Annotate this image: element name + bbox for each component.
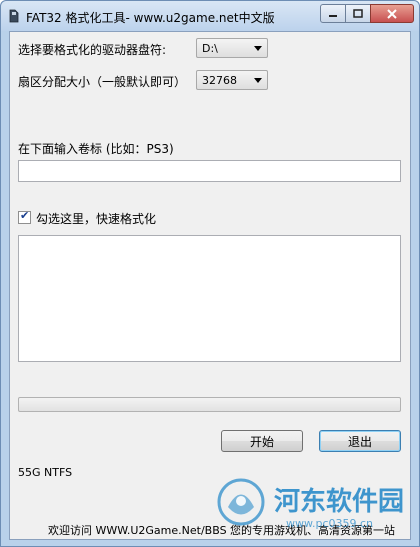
watermark-url: www.pc0359.cn <box>286 517 374 530</box>
close-button[interactable] <box>370 4 414 23</box>
exit-button[interactable]: 退出 <box>319 430 401 452</box>
drive-select-value: D:\ <box>202 42 218 55</box>
volume-label: 在下面输入卷标 (比如：PS3) <box>18 142 174 156</box>
minimize-button[interactable] <box>320 4 346 23</box>
volume-label-input[interactable] <box>18 160 401 182</box>
maximize-button[interactable] <box>345 4 371 23</box>
drive-label: 选择要格式化的驱动器盘符: <box>18 43 167 57</box>
cluster-label: 扇区分配大小（一般默认即可） <box>18 75 187 89</box>
window-controls <box>320 4 414 24</box>
quick-format-checkbox[interactable]: ✔ <box>18 209 31 224</box>
disk-info: 55G NTFS <box>18 466 73 479</box>
watermark: 河东软件园 www.pc0359.cn <box>216 471 416 541</box>
app-window: FAT32 格式化工具- www.u2game.net中文版 选择要格式化的驱动… <box>0 0 420 547</box>
app-icon <box>9 9 19 23</box>
close-icon <box>387 8 397 19</box>
chevron-down-icon <box>254 78 262 83</box>
quick-format-label[interactable]: 勾选这里，快速格式化 <box>36 210 156 227</box>
watermark-text: 河东软件园 <box>274 487 405 517</box>
title-bar[interactable]: FAT32 格式化工具- www.u2game.net中文版 <box>1 1 419 31</box>
checkmark-icon: ✔ <box>20 209 30 222</box>
chevron-down-icon <box>254 46 262 51</box>
start-button[interactable]: 开始 <box>221 430 303 452</box>
window-title: FAT32 格式化工具- www.u2game.net中文版 <box>26 11 275 25</box>
client-area: 选择要格式化的驱动器盘符: D:\ 扇区分配大小（一般默认即可） 32768 在… <box>9 31 411 540</box>
maximize-icon <box>353 9 363 18</box>
minimize-icon <box>329 14 337 17</box>
watermark-logo-icon <box>217 478 265 526</box>
log-output[interactable] <box>18 235 401 362</box>
drive-select[interactable]: D:\ <box>196 38 268 58</box>
progress-bar <box>18 397 401 412</box>
cluster-select[interactable]: 32768 <box>196 70 268 90</box>
cluster-select-value: 32768 <box>202 74 237 87</box>
